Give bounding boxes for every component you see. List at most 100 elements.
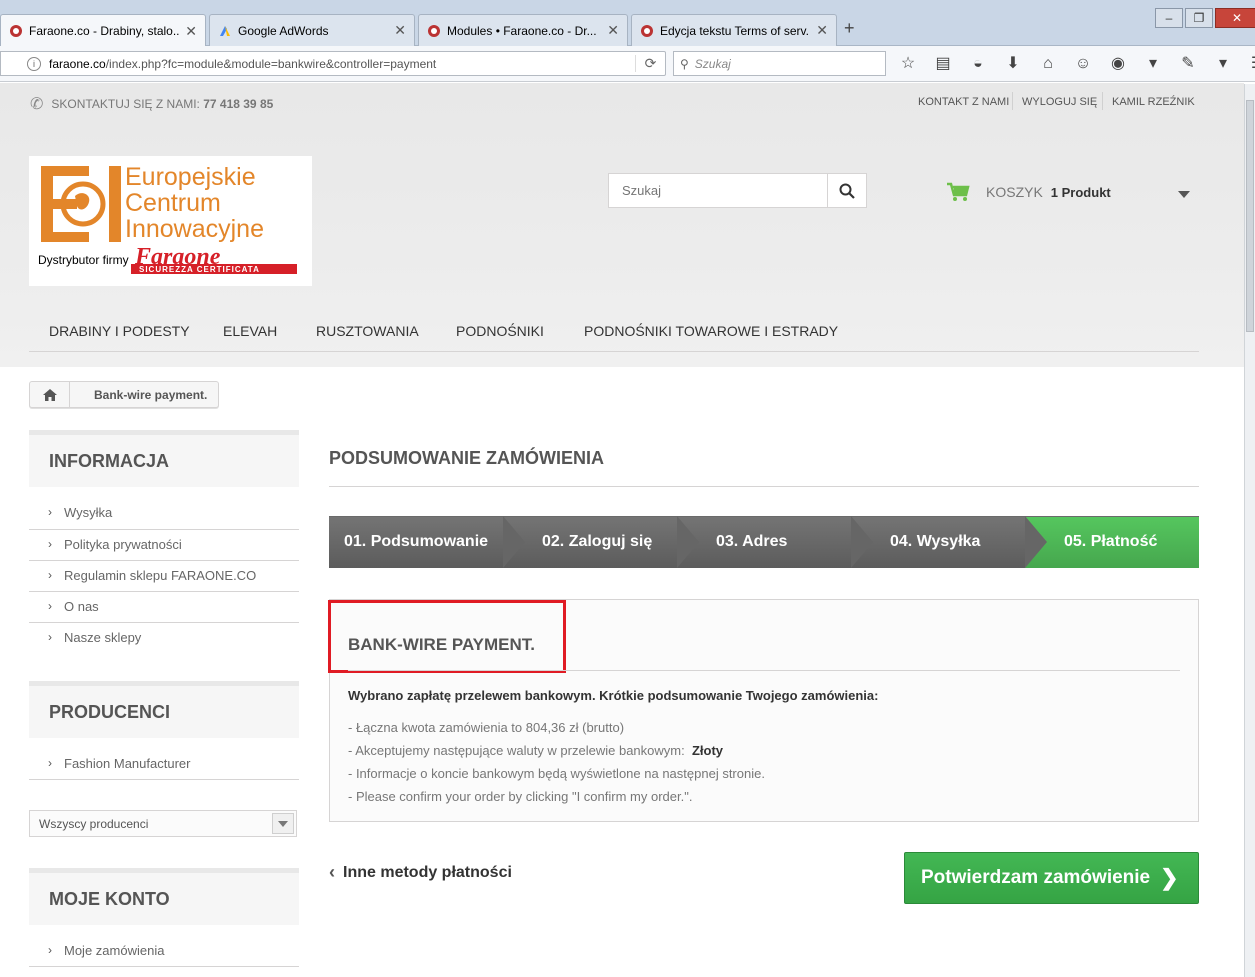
page-title: PODSUMOWANIE ZAMÓWIENIA	[329, 448, 604, 468]
step-shipping[interactable]: 04. Wysyłka	[851, 516, 1025, 568]
download-icon[interactable]: ⬇	[1001, 53, 1025, 75]
currency-line: - Akceptujemy następujące waluty w przel…	[348, 743, 724, 758]
contact-info: ✆ SKONTAKTUJ SIĘ Z NAMI: 77 418 39 85	[30, 96, 274, 113]
tab-title: Google AdWords	[238, 23, 329, 38]
list-item[interactable]: › O nas	[29, 591, 299, 622]
tab-title: Edycja tekstu Terms of serv...	[660, 23, 811, 38]
home-icon[interactable]: ⌂	[1036, 53, 1060, 75]
step-summary[interactable]: 01. Podsumowanie	[329, 516, 503, 568]
logout-link[interactable]: WYLOGUJ SIĘ	[1022, 96, 1097, 108]
other-payment-methods-link[interactable]: ‹ Inne metody płatności	[329, 862, 512, 883]
list-item[interactable]: › Wysyłka	[29, 498, 299, 529]
browser-toolbar: ☆ ▤ ◒ ⬇ ⌂ ☺ ◉ ▾ ✎ ▾ ☰	[896, 53, 1255, 75]
tab-faraone[interactable]: Faraone.co - Drabiny, stalo... ✕	[0, 14, 206, 47]
emoji-icon[interactable]: ☺	[1071, 53, 1095, 75]
contact-link[interactable]: KONTAKT Z NAMI	[918, 96, 1009, 108]
menu-item-podnosniki[interactable]: PODNOŚNIKI	[456, 323, 544, 339]
confirm-order-button[interactable]: Potwierdzam zamówienie ❯	[904, 852, 1199, 904]
list-item[interactable]: › Moje zamówienia	[29, 936, 299, 967]
cart-icon	[947, 182, 970, 201]
faraone-favicon-icon	[10, 25, 22, 37]
highlight-box	[328, 600, 566, 673]
shop-logo[interactable]: Europejskie Centrum Innowacyjne Dystrybu…	[29, 156, 312, 286]
menu-item-drabiny[interactable]: DRABINY I PODESTY	[49, 323, 190, 339]
cart-summary[interactable]: KOSZYK 1 Produkt	[946, 182, 1111, 202]
browser-nav-bar: i faraone.co/index.php?fc=module&module=…	[0, 46, 1255, 82]
confirm-hint-line: - Please confirm your order by clicking …	[348, 789, 693, 804]
dropdown-icon[interactable]: ▾	[1211, 53, 1235, 75]
pocket-icon[interactable]: ◒	[966, 53, 990, 75]
chevron-right-icon: ❯	[1160, 865, 1179, 890]
chevron-right-icon: ›	[48, 756, 52, 770]
chevron-right-icon: ›	[48, 505, 52, 519]
list-item[interactable]: › Polityka prywatności	[29, 529, 299, 560]
step-payment[interactable]: 05. Płatność	[1025, 516, 1199, 568]
chevron-right-icon: ›	[48, 537, 52, 551]
chevron-right-icon: ›	[48, 599, 52, 613]
site-info-icon[interactable]: i	[27, 56, 41, 71]
producers-block-title[interactable]: PRODUCENCI	[29, 681, 299, 738]
step-address[interactable]: 03. Adres	[677, 516, 851, 568]
tab-title: Faraone.co - Drabiny, stalo...	[29, 24, 180, 38]
minimize-icon[interactable]: –	[1155, 8, 1183, 28]
list-item[interactable]: › Nasze sklepy	[29, 622, 299, 653]
tab-close-icon[interactable]: ✕	[185, 23, 197, 40]
chevron-down-icon[interactable]	[1178, 191, 1190, 198]
svg-text:SICUREZZA CERTIFICATA: SICUREZZA CERTIFICATA	[139, 265, 260, 274]
chevron-right-icon: ›	[48, 630, 52, 644]
main-menu: DRABINY I PODESTY ELEVAH RUSZTOWANIA POD…	[29, 312, 1199, 352]
faraone-favicon-icon	[428, 24, 440, 37]
checkout-steps: 01. Podsumowanie 02. Zaloguj się 03. Adr…	[329, 516, 1199, 568]
url-text[interactable]: faraone.co/index.php?fc=module&module=ba…	[49, 57, 635, 71]
chevron-right-icon: ›	[48, 943, 52, 957]
account-block-title[interactable]: MOJE KONTO	[29, 868, 299, 925]
extension-icon[interactable]: ◉	[1106, 53, 1130, 75]
divider	[1102, 92, 1103, 110]
browser-search-input[interactable]: ⚲ Szukaj	[673, 51, 886, 76]
menu-item-rusztowania[interactable]: RUSZTOWANIA	[316, 323, 419, 339]
shop-search	[608, 173, 867, 208]
new-tab-button[interactable]: +	[844, 18, 855, 39]
browser-tab-bar: Faraone.co - Drabiny, stalo... ✕ Google …	[0, 0, 1255, 47]
list-item[interactable]: › Fashion Manufacturer	[29, 749, 299, 780]
step-login[interactable]: 02. Zaloguj się	[503, 516, 677, 568]
tab-title: Modules • Faraone.co - Dr...	[447, 23, 597, 38]
chevron-left-icon: ‹	[329, 862, 335, 882]
menu-item-podnosniki-towarowe[interactable]: PODNOŚNIKI TOWAROWE I ESTRADY	[584, 323, 838, 339]
addon-icon[interactable]: ✎	[1176, 53, 1200, 75]
tab-google-adwords[interactable]: Google AdWords ✕	[209, 14, 415, 46]
tab-close-icon[interactable]: ✕	[816, 22, 828, 39]
list-item[interactable]: › Regulamin sklepu FARAONE.CO	[29, 560, 299, 591]
bookmark-star-icon[interactable]: ☆	[896, 53, 920, 75]
breadcrumb-home[interactable]	[30, 382, 70, 407]
close-window-icon[interactable]: ✕	[1215, 8, 1255, 28]
dropdown-icon[interactable]: ▾	[1141, 53, 1165, 75]
shop-search-input[interactable]	[609, 174, 828, 207]
logo-text: Europejskie Centrum Innowacyjne	[125, 163, 264, 243]
maximize-icon[interactable]: ❐	[1185, 8, 1213, 28]
chevron-down-icon[interactable]	[272, 813, 294, 834]
reload-icon[interactable]: ⟳	[635, 55, 665, 72]
tab-modules[interactable]: Modules • Faraone.co - Dr... ✕	[418, 14, 628, 46]
info-block-title[interactable]: INFORMACJA	[29, 430, 299, 487]
window-controls: – ❐ ✕	[1155, 8, 1255, 28]
reading-list-icon[interactable]: ▤	[931, 53, 955, 75]
url-bar[interactable]: i faraone.co/index.php?fc=module&module=…	[0, 51, 666, 76]
adwords-favicon-icon	[220, 25, 230, 36]
tab-terms[interactable]: Edycja tekstu Terms of serv... ✕	[631, 14, 837, 46]
tab-close-icon[interactable]: ✕	[394, 22, 406, 39]
info-list: › Wysyłka › Polityka prywatności › Regulami…	[29, 498, 299, 653]
ecii-logo-mark	[41, 166, 121, 242]
cart-count: 1 Produkt	[1050, 184, 1111, 200]
phone-icon: ✆	[30, 96, 44, 113]
scrollbar-thumb[interactable]	[1246, 100, 1254, 332]
home-icon	[42, 388, 57, 401]
tab-close-icon[interactable]: ✕	[607, 22, 619, 39]
menu-icon[interactable]: ☰	[1246, 53, 1255, 75]
divider	[329, 486, 1199, 487]
producers-select[interactable]: Wszyscy producenci	[29, 810, 297, 837]
menu-item-elevah[interactable]: ELEVAH	[223, 323, 277, 339]
account-link[interactable]: KAMIL RZEŹNIK	[1112, 96, 1195, 108]
search-button[interactable]	[827, 174, 866, 207]
cart-label: KOSZYK	[986, 184, 1043, 200]
